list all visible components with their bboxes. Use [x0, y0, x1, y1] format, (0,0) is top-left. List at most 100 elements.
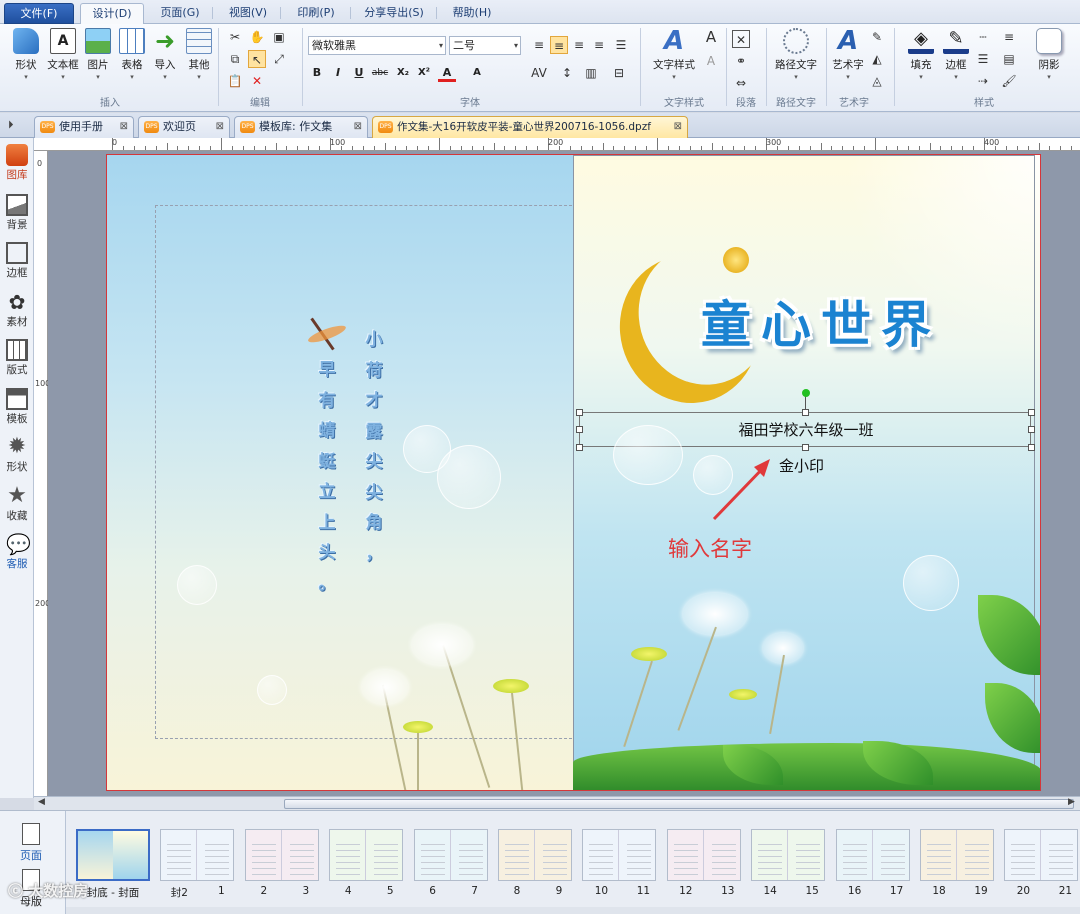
link-icon[interactable]: ⚭	[732, 52, 750, 70]
format-brush-icon[interactable]: ⤢	[270, 50, 288, 68]
title-char[interactable]: 世	[821, 285, 873, 357]
import-button[interactable]: ➜ 导入 ▾	[150, 28, 180, 81]
page-thumbnail[interactable]	[413, 829, 488, 881]
resize-handle[interactable]	[802, 409, 809, 416]
page-thumbnail[interactable]	[244, 829, 319, 881]
front-cover-page[interactable]: 童 心 世 界 福田学校六年级一班 金小印 输入名字	[573, 155, 1040, 790]
border-button[interactable]: ✎ 边框 ▾	[940, 28, 972, 81]
sidebar-item-layout[interactable]: 版式	[0, 339, 34, 377]
line-style-icon[interactable]: ≡	[1000, 28, 1018, 46]
align-distribute-icon[interactable]: ☰	[612, 36, 630, 54]
page-thumbnail[interactable]	[160, 829, 235, 881]
page-thumbnail[interactable]	[920, 829, 994, 881]
page-thumbnail[interactable]	[329, 829, 404, 881]
font-size-select[interactable]: 二号 ▾	[449, 36, 521, 55]
font-grow-button[interactable]: A	[468, 64, 486, 82]
text-flow-icon[interactable]: ⇔	[732, 74, 750, 92]
align-left-icon[interactable]: ≡	[530, 36, 548, 54]
close-icon[interactable]: ⊠	[216, 117, 224, 137]
menu-tab-help[interactable]: 帮助(H)	[442, 3, 502, 24]
page-thumbnail[interactable]	[666, 829, 741, 881]
page-thumbnail[interactable]	[582, 829, 657, 881]
close-icon[interactable]: ⊠	[120, 117, 128, 137]
resize-handle[interactable]	[1028, 444, 1035, 451]
art-text-button[interactable]: A 艺术字 ▾	[828, 28, 868, 81]
sidebar-item-gallery[interactable]: 图库	[0, 144, 34, 182]
delete-icon[interactable]: ✕	[248, 72, 266, 90]
title-char[interactable]: 心	[761, 285, 813, 357]
line-spacing-icon[interactable]: ↕	[558, 64, 576, 82]
hand-icon[interactable]: ✋	[248, 28, 266, 46]
page-thumbnail[interactable]	[76, 829, 150, 881]
doc-tab-template[interactable]: DPS 模板库: 作文集 ⊠	[234, 116, 368, 138]
shadow-button[interactable]: 阴影 ▾	[1032, 28, 1066, 81]
art-shadow-icon[interactable]: ◬	[868, 72, 886, 90]
poem-column-1[interactable]: 小荷才露尖尖角，	[362, 325, 386, 569]
art-fill-icon[interactable]: ◭	[868, 50, 886, 68]
page-thumbnail[interactable]	[1004, 829, 1079, 881]
page-spread[interactable]: 小荷才露尖尖角， 早有蜻蜓立上头。 童 心 世 界 福田学校六年级一班 金小印 …	[106, 154, 1041, 791]
picture-button[interactable]: 图片 ▾	[82, 28, 114, 81]
resize-handle[interactable]	[1028, 409, 1035, 416]
title-char[interactable]: 界	[881, 285, 933, 357]
align-justify-icon[interactable]: ≡	[590, 36, 608, 54]
menu-tab-print[interactable]: 印刷(P)	[286, 3, 346, 24]
resize-handle[interactable]	[576, 409, 583, 416]
doc-tab-welcome[interactable]: DPS 欢迎页 ⊠	[138, 116, 230, 138]
paragraph-box-icon[interactable]: ✕	[732, 30, 750, 48]
sidebar-item-template[interactable]: 模板	[0, 388, 34, 426]
font-name-select[interactable]: 微软雅黑 ▾	[308, 36, 446, 55]
menu-tab-view[interactable]: 视图(V)	[218, 3, 278, 24]
menu-tab-file[interactable]: 文件(F)	[4, 3, 74, 24]
sidebar-item-material[interactable]: ✿ 素材	[0, 291, 34, 329]
sidebar-item-favorite[interactable]: ★ 收藏	[0, 485, 34, 523]
text-style-button[interactable]: A 文字样式 ▾	[646, 28, 702, 81]
close-icon[interactable]: ⊠	[674, 117, 682, 137]
columns-icon[interactable]: ▥	[582, 64, 600, 82]
table-button[interactable]: 表格 ▾	[116, 28, 148, 81]
path-text-button[interactable]: 路径文字 ▾	[770, 28, 822, 81]
select-picture-icon[interactable]: ▣	[270, 28, 288, 46]
underline-button[interactable]: U	[350, 64, 368, 82]
shape-button[interactable]: 形状 ▾	[6, 28, 46, 81]
resize-handle[interactable]	[1028, 426, 1035, 433]
textbox-button[interactable]: A 文本框 ▾	[44, 28, 82, 81]
menu-tab-design[interactable]: 设计(D)	[80, 3, 144, 24]
resize-handle[interactable]	[576, 426, 583, 433]
line-dash-icon[interactable]: ┄	[974, 28, 992, 46]
poem-column-2[interactable]: 早有蜻蜓立上头。	[315, 355, 339, 599]
scroll-left-icon[interactable]: ◀	[38, 797, 45, 807]
text-outline-icon[interactable]: A	[702, 52, 720, 70]
art-edit-icon[interactable]: ✎	[868, 28, 886, 46]
menu-tab-page[interactable]: 页面(G)	[150, 3, 210, 24]
menu-tab-share-export[interactable]: 分享导出(S)	[356, 3, 432, 24]
superscript-button[interactable]: X²	[415, 64, 433, 82]
resize-handle[interactable]	[576, 444, 583, 451]
font-color-button[interactable]: A	[438, 64, 456, 82]
back-cover-page[interactable]: 小荷才露尖尖角， 早有蜻蜓立上头。	[107, 155, 991, 790]
sidebar-item-border[interactable]: 边框	[0, 242, 34, 280]
sidebar-item-shape[interactable]: ✹ 形状	[0, 436, 34, 474]
panel-toggle-icon[interactable]: ⏵	[8, 118, 14, 132]
cut-icon[interactable]: ✂	[226, 28, 244, 46]
sidebar-item-background[interactable]: 背景	[0, 194, 34, 232]
other-button[interactable]: 其他 ▾	[184, 28, 214, 81]
scrollbar-thumb[interactable]	[284, 799, 1074, 809]
pointer-icon[interactable]: ↖	[248, 50, 266, 68]
text-direction-icon[interactable]: ⊟	[610, 64, 628, 82]
line-arrow-icon[interactable]: ⇢	[974, 72, 992, 90]
horizontal-scrollbar[interactable]: ◀ ▶	[34, 796, 1080, 810]
page-thumbnail[interactable]	[751, 829, 826, 881]
line-weight-icon[interactable]: ☰	[974, 50, 992, 68]
canvas-area[interactable]: 小荷才露尖尖角， 早有蜻蜓立上头。 童 心 世 界 福田学校六年级一班 金小印 …	[48, 151, 1080, 796]
resize-handle[interactable]	[802, 444, 809, 451]
bold-button[interactable]: B	[308, 64, 326, 82]
close-icon[interactable]: ⊠	[354, 117, 362, 137]
align-right-icon[interactable]: ≡	[570, 36, 588, 54]
scroll-right-icon[interactable]: ▶	[1068, 797, 1075, 807]
fill-button[interactable]: ◈ 填充 ▾	[904, 28, 938, 81]
text-a-icon[interactable]: A	[702, 28, 720, 46]
doc-tab-manual[interactable]: DPS 使用手册 ⊠	[34, 116, 134, 138]
strike-button[interactable]: abc	[371, 64, 389, 82]
paste-icon[interactable]: 📋	[226, 72, 244, 90]
